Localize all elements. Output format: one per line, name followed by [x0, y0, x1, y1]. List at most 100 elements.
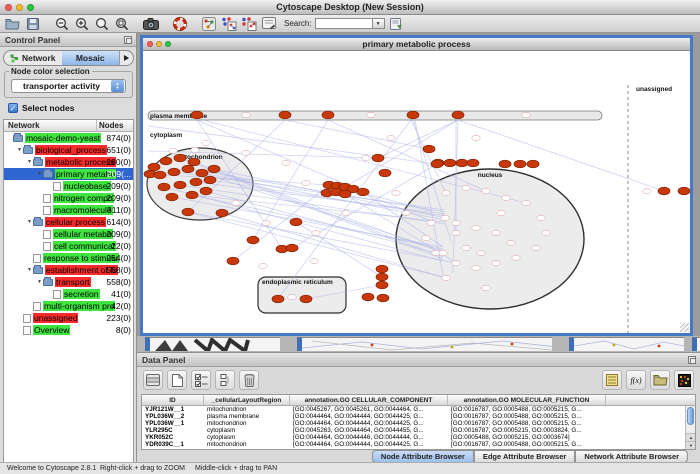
network-node[interactable]: [658, 187, 670, 195]
scrollbar-thumb[interactable]: [687, 407, 694, 425]
tree-col-nodes[interactable]: Nodes: [97, 120, 133, 131]
network-node[interactable]: [376, 265, 388, 273]
table-row[interactable]: YPL036W__2plasma membrane[GO:0044464, GO…: [142, 413, 695, 420]
table-row[interactable]: YDR039C__1mitochondrion[GO:0044464, GO:0…: [142, 441, 695, 448]
network-node-small[interactable]: [259, 263, 267, 268]
network-node[interactable]: [376, 281, 388, 289]
annotation-pad-icon[interactable]: [260, 16, 277, 31]
layout-nodes-icon[interactable]: [220, 16, 237, 31]
network-node-small[interactable]: [362, 155, 370, 160]
network-node-small[interactable]: [502, 195, 510, 200]
tree-expander-icon[interactable]: ▼: [36, 171, 43, 177]
network-node-small[interactable]: [507, 240, 515, 245]
zoom-in-icon[interactable]: [73, 16, 90, 31]
import-attributes-icon[interactable]: [650, 370, 670, 390]
tree-row[interactable]: cell communicat22(0): [4, 240, 133, 252]
network-node[interactable]: [168, 168, 180, 176]
network-node[interactable]: [527, 160, 539, 168]
tab-mosaic[interactable]: Mosaic: [62, 51, 120, 65]
network-node-small[interactable]: [452, 230, 460, 235]
tree-row[interactable]: ▼primary metabo209(...: [4, 168, 133, 180]
network-node[interactable]: [208, 165, 220, 173]
network-node[interactable]: [191, 111, 203, 119]
plugin-manager-icon[interactable]: [388, 16, 405, 31]
tree-row[interactable]: mosaic-demo-yeast874(0): [4, 132, 133, 144]
tree-expander-icon[interactable]: ▼: [26, 159, 33, 165]
network-node-small[interactable]: [492, 230, 500, 235]
network-node-small[interactable]: [522, 200, 530, 205]
open-file-icon[interactable]: [4, 16, 21, 31]
layout-edges-icon[interactable]: [240, 16, 257, 31]
network-node[interactable]: [186, 191, 198, 199]
network-node-small[interactable]: [542, 230, 550, 235]
float-panel-icon[interactable]: [688, 356, 696, 364]
network-node-small[interactable]: [512, 255, 520, 260]
tree-row[interactable]: ▼biological_process651(0): [4, 144, 133, 156]
float-panel-icon[interactable]: [124, 36, 132, 44]
zoom-fit-icon[interactable]: [93, 16, 110, 31]
network-node[interactable]: [148, 163, 160, 171]
tree-expander-icon[interactable]: ▼: [36, 279, 43, 285]
scroll-up-icon[interactable]: ▲: [686, 433, 696, 441]
tree-row[interactable]: nucleobase-209(0): [4, 180, 133, 192]
network-node[interactable]: [227, 257, 239, 265]
network-node[interactable]: [452, 111, 464, 119]
column-header[interactable]: ID: [142, 395, 204, 405]
table-row[interactable]: YKR052Ccytoplasm[GO:0044464, GO:0044446,…: [142, 434, 695, 441]
tree-row[interactable]: unassigned223(0): [4, 312, 133, 324]
network-node-small[interactable]: [262, 220, 270, 225]
network-node-small[interactable]: [532, 245, 540, 250]
network-node[interactable]: [499, 160, 511, 168]
network-node[interactable]: [379, 169, 391, 177]
select-nodes-checkbox[interactable]: ✓: [8, 103, 18, 113]
save-icon[interactable]: [24, 16, 41, 31]
network-node[interactable]: [514, 160, 526, 168]
network-node-small[interactable]: [452, 220, 460, 225]
network-node-small[interactable]: [312, 230, 320, 235]
attribute-batch-icon[interactable]: [602, 370, 622, 390]
network-node[interactable]: [444, 159, 456, 167]
tree-expander-icon[interactable]: ▼: [16, 147, 23, 153]
network-node[interactable]: [272, 295, 284, 303]
network-node-small[interactable]: [169, 148, 177, 153]
network-node-small[interactable]: [452, 260, 460, 265]
unified-view-icon[interactable]: [215, 370, 235, 390]
background-window[interactable]: [145, 337, 280, 351]
tree-row[interactable]: ▼transport558(0): [4, 276, 133, 288]
network-node[interactable]: [372, 154, 384, 162]
network-node[interactable]: [182, 208, 194, 216]
network-node[interactable]: [174, 154, 186, 162]
snapshot-camera-icon[interactable]: [142, 16, 159, 31]
background-window[interactable]: [569, 337, 684, 351]
network-node-small[interactable]: [462, 185, 470, 190]
tree-row[interactable]: macromolecule311(0): [4, 204, 133, 216]
network-node[interactable]: [247, 236, 259, 244]
network-node[interactable]: [158, 183, 170, 191]
tree-row[interactable]: cellular metabo209(0): [4, 228, 133, 240]
network-view-frame[interactable]: primary metabolic process plasma membran…: [140, 35, 693, 336]
network-node[interactable]: [339, 190, 351, 198]
node-color-dropdown[interactable]: transporter activity ▲▼: [11, 79, 126, 93]
network-node-small[interactable]: [522, 112, 530, 117]
network-node-small[interactable]: [439, 250, 447, 255]
network-node[interactable]: [407, 111, 419, 119]
resize-grip-icon[interactable]: [680, 323, 689, 332]
network-node[interactable]: [357, 188, 369, 196]
network-node-small[interactable]: [441, 215, 449, 220]
search-input[interactable]: [315, 18, 373, 29]
tree-row[interactable]: response to stimulu264(0): [4, 252, 133, 264]
table-options-icon[interactable]: [143, 370, 163, 390]
help-lifesaver-icon[interactable]: [171, 16, 188, 31]
network-node[interactable]: [200, 187, 212, 195]
network-node[interactable]: [376, 273, 388, 281]
network-node-small[interactable]: [387, 135, 395, 140]
delete-attribute-icon[interactable]: [239, 370, 259, 390]
table-row[interactable]: YLR295Ccytoplasm[GO:0045263, GO:0044464,…: [142, 427, 695, 434]
network-node-small[interactable]: [422, 235, 430, 240]
zoom-selected-icon[interactable]: [113, 16, 130, 31]
network-node[interactable]: [182, 165, 194, 173]
select-attributes-icon[interactable]: [191, 370, 211, 390]
network-node-small[interactable]: [472, 265, 480, 270]
network-node[interactable]: [678, 187, 690, 195]
network-node-small[interactable]: [462, 245, 470, 250]
